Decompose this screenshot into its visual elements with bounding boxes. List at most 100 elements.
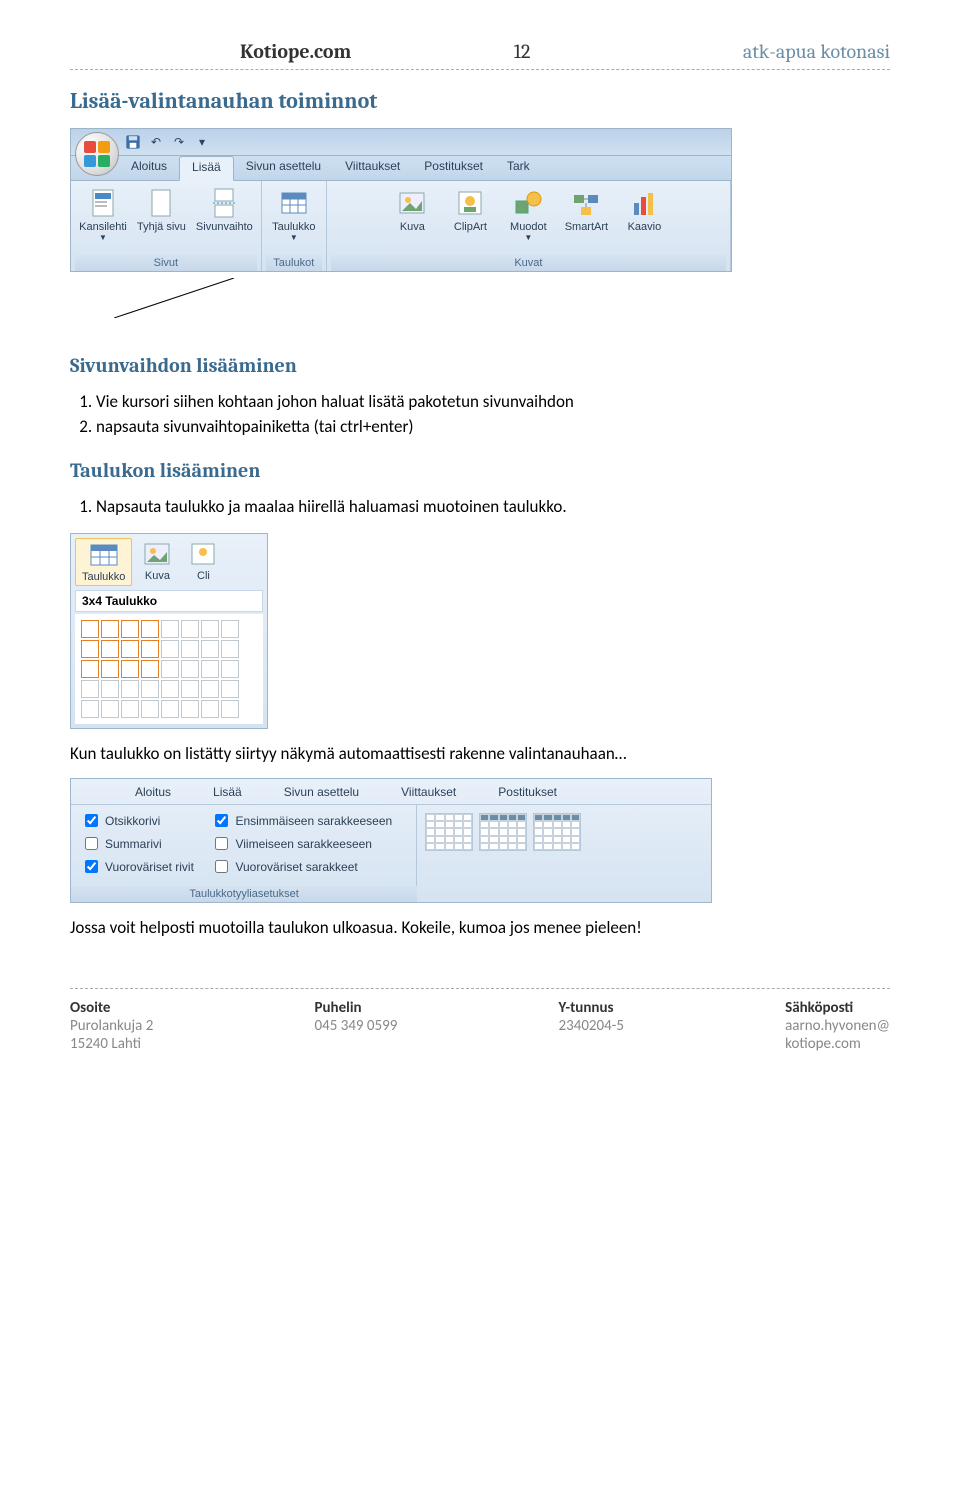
callout-line [114,278,294,318]
header-site: Kotiope.com [240,40,351,63]
grid-cell[interactable] [201,700,219,718]
grid-cell[interactable] [81,680,99,698]
checkbox[interactable] [85,814,98,827]
panel-taulukko-button[interactable]: Taulukko [75,538,132,586]
blank-page-icon [145,187,177,219]
label: Osoite [70,999,153,1017]
grid-cell[interactable] [221,640,239,658]
checkbox-option[interactable]: Vuoroväriset rivit [81,857,194,876]
grid-cell[interactable] [201,640,219,658]
grid-cell[interactable] [101,620,119,638]
grid-cell[interactable] [141,620,159,638]
tab-sivun-asettelu[interactable]: Sivun asettelu [272,782,371,804]
qat-dropdown-icon[interactable]: ▾ [192,132,212,152]
grid-cell[interactable] [121,680,139,698]
grid-cell[interactable] [221,680,239,698]
tyhja-sivu-button[interactable]: Tyhjä sivu [133,185,190,244]
grid-cell[interactable] [181,640,199,658]
panel-clipart-button[interactable]: Cli [182,538,224,586]
grid-cell[interactable] [161,700,179,718]
grid-cell[interactable] [161,680,179,698]
office-button[interactable] [75,132,119,176]
tab-tarkista[interactable]: Tark [495,156,542,180]
grid-cell[interactable] [141,680,159,698]
grid-cell[interactable] [81,700,99,718]
grid-cell[interactable] [141,660,159,678]
grid-cell[interactable] [141,640,159,658]
checkbox-option[interactable]: Otsikkorivi [81,811,194,830]
tab-aloitus[interactable]: Aloitus [119,156,179,180]
grid-cell[interactable] [81,620,99,638]
checkbox-label: Otsikkorivi [105,814,160,828]
grid-cell[interactable] [121,640,139,658]
grid-cell[interactable] [201,620,219,638]
checkbox-option[interactable]: Vuoroväriset sarakkeet [211,857,392,876]
grid-cell[interactable] [221,620,239,638]
save-icon[interactable] [123,132,143,152]
grid-cell[interactable] [81,660,99,678]
grid-cell[interactable] [161,640,179,658]
table-styles-gallery[interactable] [417,805,589,902]
grid-cell[interactable] [221,660,239,678]
undo-icon[interactable]: ↶ [146,132,166,152]
grid-cell[interactable] [121,700,139,718]
kuva-button[interactable]: Kuva [384,185,440,244]
sivunvaihto-button[interactable]: Sivunvaihto [192,185,257,244]
grid-cell[interactable] [221,700,239,718]
tab-aloitus[interactable]: Aloitus [123,782,183,804]
grid-cell[interactable] [101,700,119,718]
grid-cell[interactable] [161,660,179,678]
table-style-swatch[interactable] [533,813,581,851]
checkbox-option[interactable]: Ensimmäiseen sarakkeeseen [211,811,392,830]
grid-cell[interactable] [101,680,119,698]
kansilehti-button[interactable]: Kansilehti▼ [75,185,131,244]
taulukko-button[interactable]: Taulukko▼ [266,185,322,244]
grid-cell[interactable] [81,640,99,658]
grid-cell[interactable] [201,660,219,678]
grid-cell[interactable] [181,680,199,698]
muodot-button[interactable]: Muodot▼ [500,185,556,244]
tab-postitukset[interactable]: Postitukset [486,782,569,804]
clipart-button[interactable]: ClipArt [442,185,498,244]
grid-cell[interactable] [181,700,199,718]
footer-osoite: Osoite Purolankuja 2 15240 Lahti [70,999,153,1053]
grid-cell[interactable] [201,680,219,698]
tab-sivun-asettelu[interactable]: Sivun asettelu [234,156,333,180]
label: Cli [197,570,210,582]
grid-cell[interactable] [141,700,159,718]
checkbox[interactable] [215,814,228,827]
checkbox[interactable] [215,837,228,850]
grid-cell[interactable] [121,620,139,638]
table-style-swatch[interactable] [479,813,527,851]
tab-viittaukset[interactable]: Viittaukset [389,782,468,804]
label: Taulukko [272,221,315,233]
tab-postitukset[interactable]: Postitukset [412,156,495,180]
checkbox[interactable] [85,860,98,873]
grid-cell[interactable] [181,660,199,678]
grid-cell[interactable] [121,660,139,678]
tab-viittaukset[interactable]: Viittaukset [333,156,412,180]
grid-cell[interactable] [101,660,119,678]
redo-icon[interactable]: ↷ [169,132,189,152]
checkbox[interactable] [85,837,98,850]
smartart-button[interactable]: SmartArt [558,185,614,244]
table-size-grid[interactable] [75,614,263,724]
label: ClipArt [454,221,487,233]
grid-cell[interactable] [161,620,179,638]
grid-cell[interactable] [101,640,119,658]
label: SmartArt [565,221,608,233]
tab-lisaa[interactable]: Lisää [201,782,254,804]
label: Y-tunnus [559,999,624,1017]
checkbox-option[interactable]: Viimeiseen sarakkeeseen [211,834,392,853]
table-style-swatch[interactable] [425,813,473,851]
checkbox[interactable] [215,860,228,873]
grid-cell[interactable] [181,620,199,638]
list-item: napsauta sivunvaihtopainiketta (tai ctrl… [96,416,890,437]
footer-ytunnus: Y-tunnus 2340204-5 [559,999,624,1053]
panel-kuva-button[interactable]: Kuva [136,538,178,586]
kaavio-button[interactable]: Kaavio [616,185,672,244]
tab-lisaa[interactable]: Lisää [179,156,234,181]
group-label: Sivut [75,255,257,271]
sub2-heading: Taulukon lisääminen [70,459,890,482]
checkbox-option[interactable]: Summarivi [81,834,194,853]
